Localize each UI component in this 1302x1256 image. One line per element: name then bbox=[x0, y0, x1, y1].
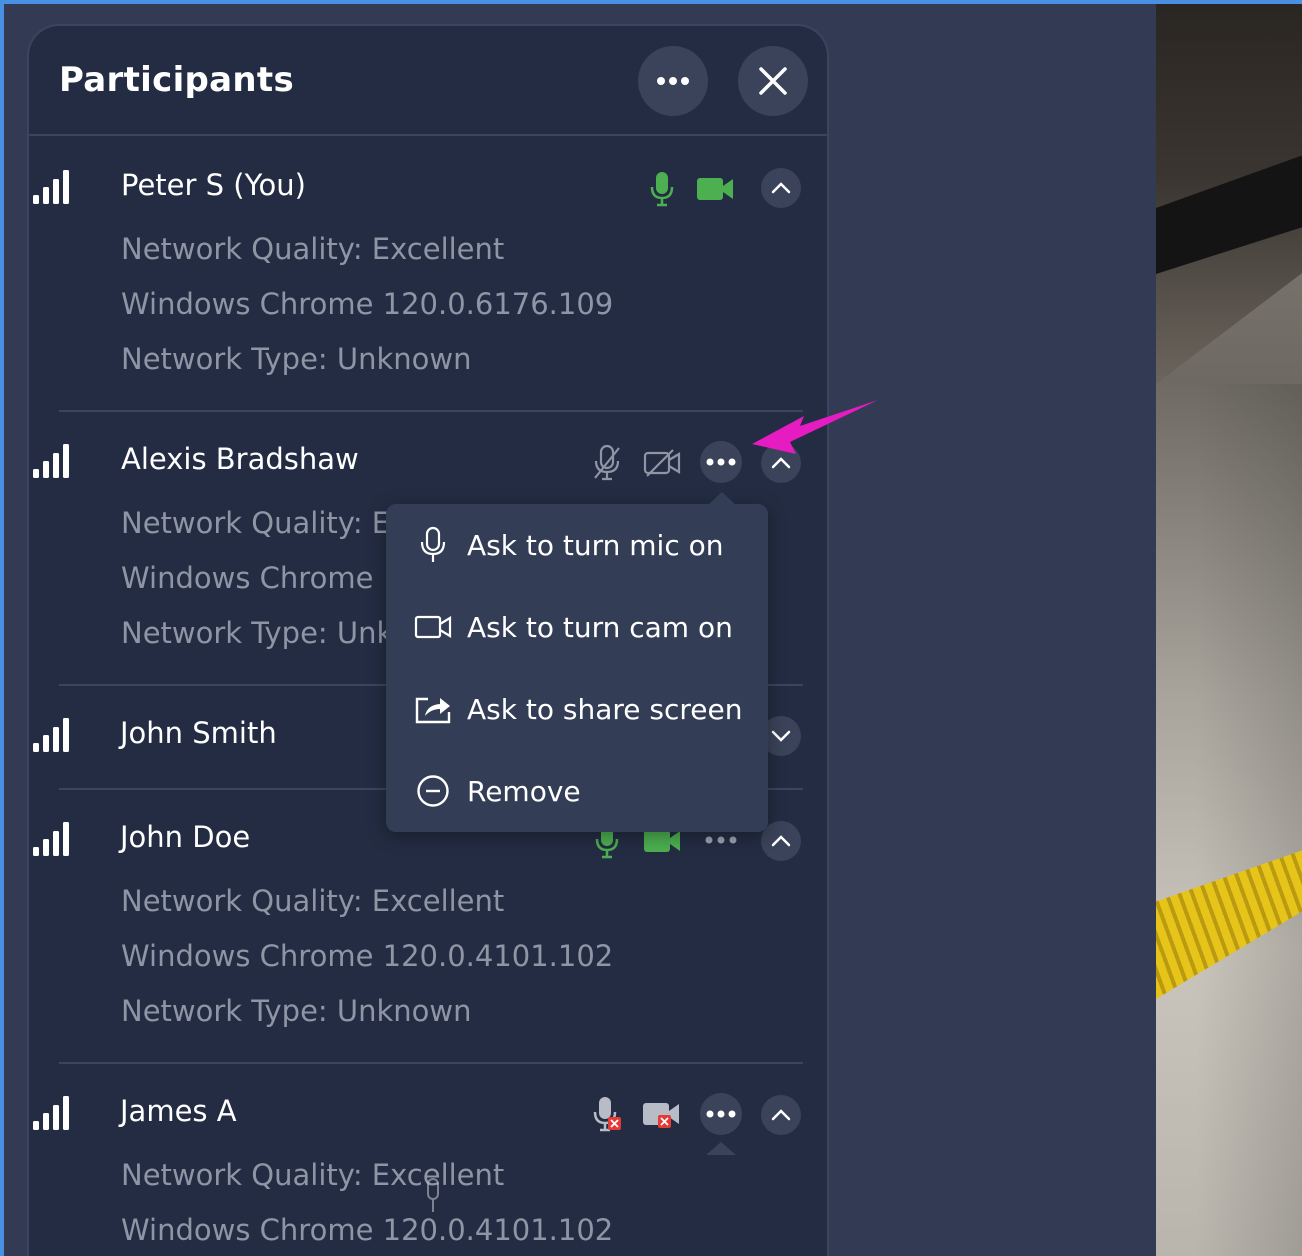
mic-on-icon[interactable] bbox=[642, 169, 682, 209]
menu-item-remove[interactable]: Remove bbox=[386, 750, 768, 832]
mic-off-icon[interactable] bbox=[587, 443, 627, 483]
panel-title: Participants bbox=[59, 60, 295, 100]
panel-more-button[interactable] bbox=[638, 46, 708, 116]
network-quality: Network Quality: Excellent bbox=[121, 1158, 505, 1192]
chevron-up-icon bbox=[771, 835, 791, 847]
participant-name: John Doe bbox=[120, 820, 251, 854]
network-quality: Network Quality: E bbox=[121, 506, 391, 540]
panel-close-button[interactable] bbox=[738, 46, 808, 116]
browser-info: Windows Chrome 120.0.4101.102 bbox=[121, 939, 614, 973]
chevron-down-icon bbox=[771, 730, 791, 742]
signal-strength-icon bbox=[33, 718, 69, 752]
network-quality: Network Quality: Excellent bbox=[121, 884, 505, 918]
participant-name: Alexis Bradshaw bbox=[121, 442, 359, 476]
camera-off-icon[interactable] bbox=[642, 443, 682, 483]
browser-info: Windows Chrome bbox=[121, 561, 374, 595]
network-type: Network Type: Unknown bbox=[121, 994, 472, 1028]
menu-item-label: Ask to turn cam on bbox=[467, 610, 733, 644]
menu-item-label: Ask to turn mic on bbox=[467, 528, 724, 562]
menu-item-ask-share[interactable]: Ask to share screen bbox=[386, 668, 768, 750]
ghost-microphone-icon bbox=[427, 1178, 439, 1212]
collapse-button[interactable] bbox=[761, 1095, 801, 1135]
participant-more-button[interactable] bbox=[700, 441, 742, 483]
participant-name: James A bbox=[120, 1094, 237, 1128]
chevron-up-icon bbox=[771, 182, 791, 194]
network-type: Network Type: Unknown bbox=[121, 342, 472, 376]
signal-strength-icon bbox=[33, 1096, 69, 1130]
signal-strength-icon bbox=[33, 170, 69, 204]
participant-name: John Smith bbox=[120, 716, 277, 750]
participant-name: Peter S (You) bbox=[121, 168, 306, 202]
collapse-button[interactable] bbox=[761, 168, 801, 208]
more-horizontal-icon bbox=[657, 77, 689, 85]
mic-blocked-icon[interactable] bbox=[587, 1095, 627, 1135]
participant-more-button[interactable] bbox=[700, 1093, 742, 1135]
signal-strength-icon bbox=[33, 444, 69, 478]
participant-action-menu: Ask to turn mic on Ask to turn cam on As… bbox=[386, 492, 768, 832]
video-camera-icon bbox=[414, 608, 452, 646]
remove-circle-icon bbox=[414, 772, 452, 810]
camera-on-icon[interactable] bbox=[695, 169, 735, 209]
chevron-up-icon bbox=[771, 1109, 791, 1121]
more-horizontal-icon bbox=[706, 458, 736, 466]
menu-item-ask-cam[interactable]: Ask to turn cam on bbox=[386, 586, 768, 668]
share-screen-icon bbox=[414, 690, 452, 728]
camera-blocked-icon[interactable] bbox=[642, 1095, 682, 1135]
chevron-up-icon bbox=[771, 457, 791, 469]
more-horizontal-icon bbox=[706, 1110, 736, 1118]
annotation-arrow-icon bbox=[752, 400, 878, 454]
row-divider bbox=[59, 1062, 803, 1064]
tooltip-caret bbox=[706, 1142, 736, 1155]
row-divider bbox=[59, 410, 803, 412]
network-quality: Network Quality: Excellent bbox=[121, 232, 505, 266]
more-horizontal-icon bbox=[705, 836, 737, 844]
menu-item-label: Ask to share screen bbox=[467, 692, 743, 726]
remote-video-feed bbox=[1156, 4, 1302, 1256]
signal-strength-icon bbox=[33, 822, 69, 856]
browser-info: Windows Chrome 120.0.6176.109 bbox=[121, 287, 614, 321]
browser-info: Windows Chrome 120.0.4101.102 bbox=[121, 1213, 614, 1247]
network-type: Network Type: Unk bbox=[121, 616, 394, 650]
panel-header: Participants bbox=[29, 26, 827, 136]
menu-item-ask-mic[interactable]: Ask to turn mic on bbox=[386, 504, 768, 586]
microphone-icon bbox=[414, 526, 452, 564]
menu-item-label: Remove bbox=[467, 774, 581, 808]
close-icon bbox=[759, 67, 787, 95]
